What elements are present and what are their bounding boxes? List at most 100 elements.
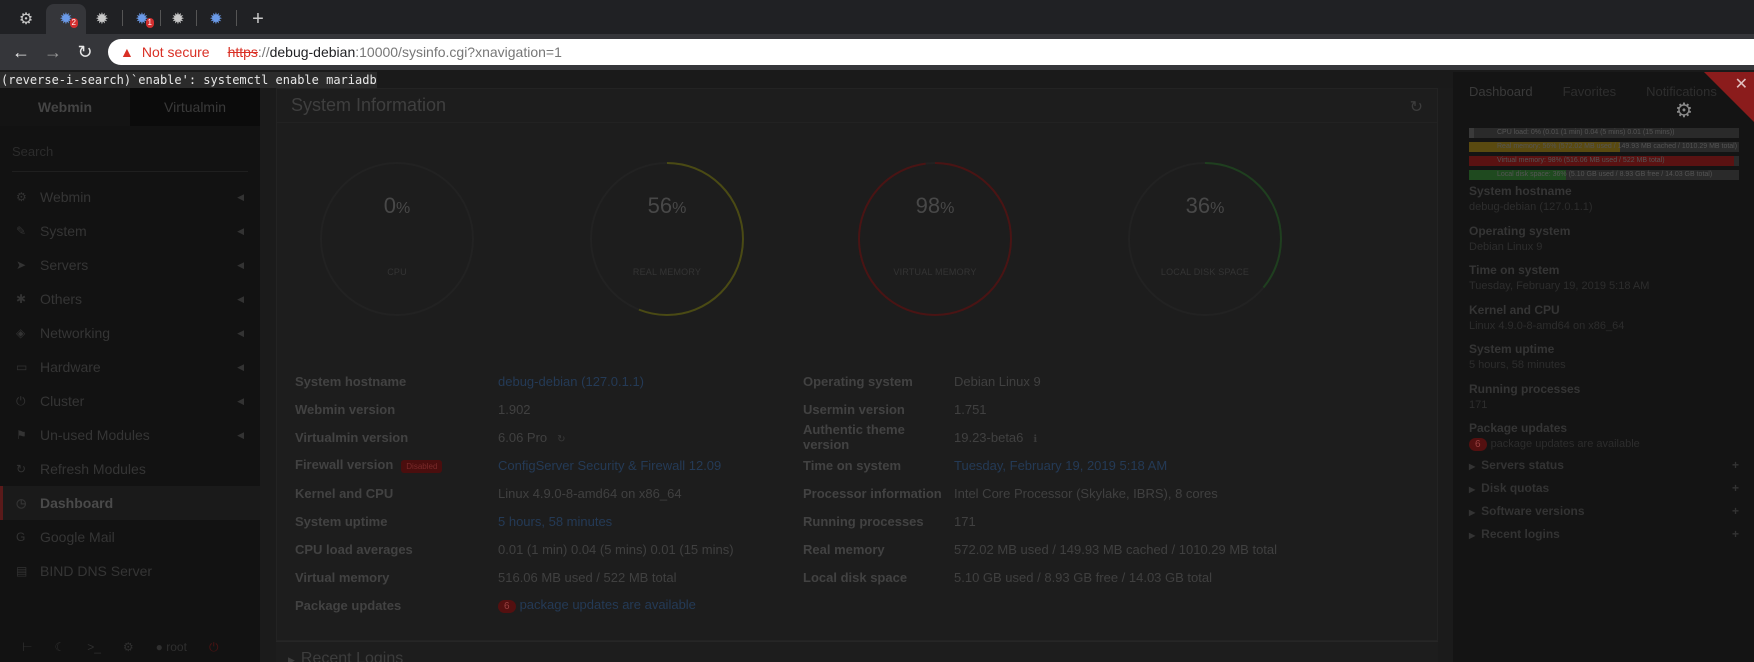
address-bar[interactable]: ▲ Not secure https://debug-debian:10000/… <box>108 39 1754 65</box>
info-value-text: Tuesday, February 19, 2019 5:18 AM <box>954 457 1168 473</box>
forward-button[interactable]: → <box>41 40 65 64</box>
info-key-text: Webmin version <box>295 401 396 417</box>
right-info-value-text: 5 hours, 58 minutes <box>1469 359 1566 371</box>
sidebar-item-cluster[interactable]: ⏻ Cluster ◀ <box>0 384 260 418</box>
sidebar-item-hardware[interactable]: ▭ Hardware ◀ <box>0 350 260 384</box>
sidebar-item-networking[interactable]: ◈ Networking ◀ <box>0 316 260 350</box>
info-value[interactable]: ConfigServer Security & Firewall 12.09 <box>498 458 721 473</box>
info-value[interactable]: 5 hours, 58 minutes <box>498 514 612 529</box>
gear-icon[interactable]: ⚙ <box>123 640 134 654</box>
info-row: Webmin version 1.902 <box>295 395 855 423</box>
back-button[interactable]: ← <box>9 40 33 64</box>
user-icon: ● <box>155 640 167 654</box>
accordion-disk-quotas[interactable]: ▶ Disk quotas + <box>1469 481 1739 501</box>
gauge-label: LOCAL DISK SPACE <box>1160 267 1250 277</box>
refresh-icon[interactable]: ↻ <box>1410 97 1423 117</box>
info-key-text: Processor information <box>803 485 942 501</box>
sidebar-switch: Webmin Virtualmin <box>0 88 260 126</box>
chevron-right-icon: ▶ <box>1469 485 1476 494</box>
menu-icon: ▤ <box>16 564 28 578</box>
sidebar-item-label: Dashboard <box>40 495 114 511</box>
caret-left-icon: ◀ <box>237 429 244 440</box>
tab-separator <box>236 10 237 26</box>
url-host: debug-debian <box>269 44 356 60</box>
menu-icon: ◷ <box>16 496 27 510</box>
gauge-value: 56% <box>587 193 747 219</box>
usage-bar: CPU load: 0% (0.01 (1 min) 0.04 (5 mins)… <box>1469 128 1739 138</box>
info-value[interactable]: debug-debian (127.0.1.1) <box>498 374 644 389</box>
logout-icon[interactable]: ⏻ <box>209 640 219 655</box>
browser-tab-webmin[interactable]: ✹ <box>196 4 236 34</box>
info-row: Operating system Debian Linux 9 <box>803 367 1423 395</box>
info-value: 171 <box>954 514 976 529</box>
browser-toolbar: ← → ↻ ▲ Not secure https://debug-debian:… <box>0 34 1754 70</box>
info-value-text: Debian Linux 9 <box>954 373 1041 389</box>
refresh-icon[interactable]: ↻ <box>557 434 565 445</box>
accordion-software-versions[interactable]: ▶ Software versions + <box>1469 504 1739 524</box>
sidebar-item-google-mail[interactable]: G Google Mail <box>0 520 260 554</box>
gear-icon[interactable]: ⚙ <box>1675 98 1693 123</box>
sidebar-item-label: Servers <box>40 257 89 273</box>
tab-dashboard[interactable]: Dashboard <box>1469 84 1533 99</box>
sidebar-item-bind-dns-server[interactable]: ▤ BIND DNS Server <box>0 554 260 588</box>
right-info-value: Tuesday, February 19, 2019 5:18 AM <box>1469 280 1739 292</box>
user-menu[interactable]: ● root <box>156 640 187 654</box>
browser-tab-webmin[interactable]: ✹ <box>82 4 122 34</box>
moon-icon[interactable]: ☾ <box>54 640 65 654</box>
right-info-key: System hostname <box>1469 184 1572 198</box>
reload-button[interactable]: ↻ <box>73 40 97 64</box>
browser-tab-webmin-notif[interactable]: ✹ 1 <box>122 4 162 34</box>
accordion-label: Software versions <box>1481 504 1585 518</box>
close-icon[interactable]: ✕ <box>1735 74 1748 94</box>
right-info-value-text: Linux 4.9.0-8-amd64 on x86_64 <box>1469 319 1625 332</box>
caret-left-icon: ◀ <box>237 361 244 372</box>
sidebar-item-label: Google Mail <box>40 529 115 545</box>
browser-tab-tool[interactable]: ⚙ <box>6 4 46 34</box>
sidebar-item-label: Others <box>40 291 83 307</box>
right-info-value-text: package updates are available <box>1490 438 1640 450</box>
info-row: CPU load averages 0.01 (1 min) 0.04 (5 mi… <box>295 535 855 563</box>
info-value-text: 0.01 (1 min) 0.04 (5 mins) 0.01 (15 mins… <box>498 541 734 557</box>
usage-bars: CPU load: 0% (0.01 (1 min) 0.04 (5 mins)… <box>1469 128 1739 184</box>
info-value: 1.751 <box>954 402 987 417</box>
info-key: CPU load averages <box>295 542 498 557</box>
new-tab-button[interactable]: + <box>238 4 278 34</box>
tab-favorites[interactable]: Favorites <box>1563 84 1616 99</box>
caret-left-icon: ◀ <box>237 225 244 236</box>
right-info-value-text: Tuesday, February 19, 2019 5:18 AM <box>1469 280 1650 292</box>
accordion-recent-logins[interactable]: ▶ Recent logins + <box>1469 527 1739 547</box>
sidebar-item-servers[interactable]: ➤ Servers ◀ <box>0 248 260 282</box>
tab-virtualmin[interactable]: Virtualmin <box>130 88 260 126</box>
sidebar-bottom-bar: ⊢ ☾ >_ ⚙ ● root ⏻ <box>0 632 260 662</box>
gauge-value: 98% <box>855 193 1015 219</box>
sidebar-item-system[interactable]: ✎ System ◀ <box>0 214 260 248</box>
right-info-value: Linux 4.9.0-8-amd64 on x86_64 <box>1469 320 1739 332</box>
info-icon[interactable]: ℹ <box>1033 434 1037 445</box>
info-value-text: 171 <box>954 513 976 529</box>
status-badge: Disabled <box>401 460 443 473</box>
browser-tab-webmin-active[interactable]: ✹ 2 <box>46 4 86 34</box>
right-info-key: Operating system <box>1469 223 1571 238</box>
info-key-text: Local disk space <box>803 569 908 585</box>
sidebar-item-un-used-modules[interactable]: ⚑ Un-used Modules ◀ <box>0 418 260 452</box>
sidebar-item-refresh-modules[interactable]: ↻ Refresh Modules <box>0 452 260 486</box>
sidebar-item-others[interactable]: ✱ Others ◀ <box>0 282 260 316</box>
info-value[interactable]: 6 package updates are available <box>498 597 696 613</box>
right-info-item: Operating system Debian Linux 9 <box>1469 224 1739 253</box>
info-value: 5.10 GB used / 8.93 GB free / 14.03 GB t… <box>954 570 1212 585</box>
sidebar-item-label: Hardware <box>40 359 101 375</box>
accordion-servers-status[interactable]: ▶ Servers status + <box>1469 458 1739 478</box>
sidebar: Webmin Virtualmin Search ⚙ Webmin ◀ ✎ System… <box>0 88 260 662</box>
sidebar-item-webmin[interactable]: ⚙ Webmin ◀ <box>0 180 260 214</box>
recent-logins-panel[interactable]: ▶ Recent Logins <box>276 641 1438 662</box>
shell-icon[interactable]: >_ <box>87 640 101 654</box>
tab-webmin[interactable]: Webmin <box>0 88 130 126</box>
terminal-icon[interactable]: ⊢ <box>22 640 32 654</box>
info-value[interactable]: Tuesday, February 19, 2019 5:18 AM <box>954 458 1167 473</box>
sidebar-search-input[interactable]: Search <box>12 134 248 172</box>
sidebar-item-dashboard[interactable]: ◷ Dashboard <box>0 486 260 520</box>
menu-icon: ⚙ <box>16 190 27 204</box>
usage-bar-text: Local disk space: 36% (5.10 GB used / 8.… <box>1497 171 1713 178</box>
browser-tab-webmin[interactable]: ✹ <box>158 4 198 34</box>
info-value: 19.23-beta6 ℹ <box>954 430 1037 445</box>
